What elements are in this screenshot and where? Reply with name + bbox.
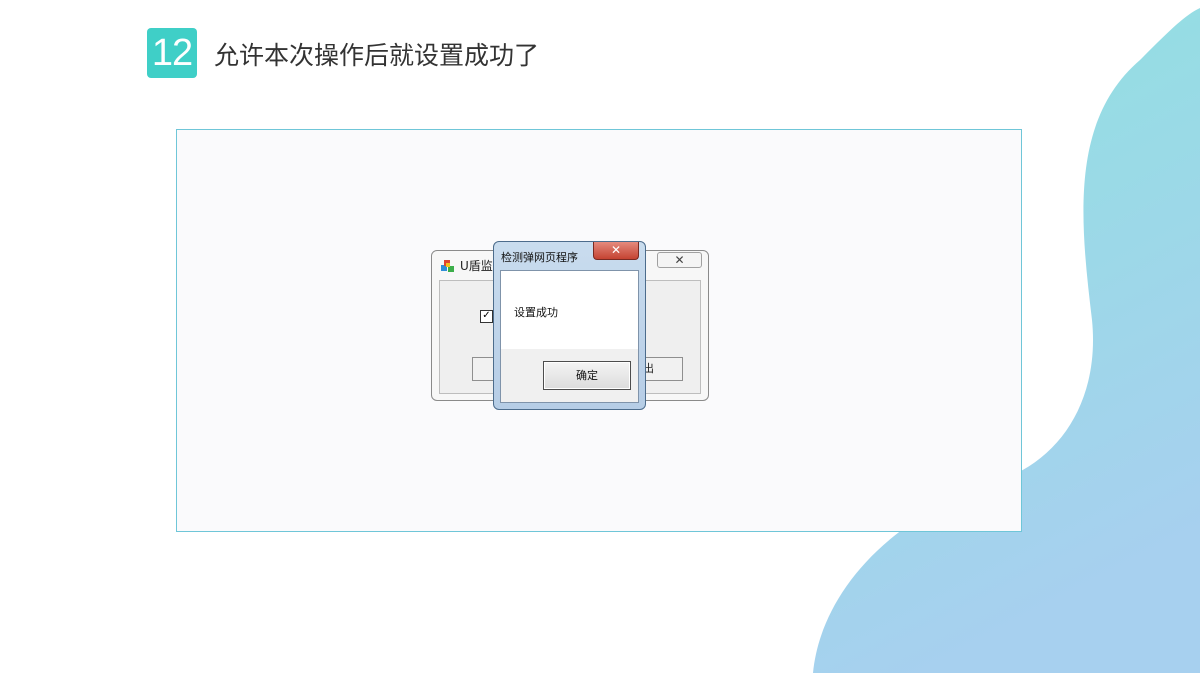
background-button-right[interactable]: 出 bbox=[645, 357, 683, 381]
dialog-message-area: 设置成功 bbox=[501, 271, 638, 349]
dialog-title: 检测弹网页程序 bbox=[501, 251, 578, 264]
dialog-message: 设置成功 bbox=[514, 306, 558, 319]
dialog-client: 设置成功 确定 bbox=[500, 270, 639, 403]
step-title: 允许本次操作后就设置成功了 bbox=[214, 41, 540, 70]
message-dialog: 检测弹网页程序 ✕ 设置成功 确定 bbox=[493, 241, 646, 410]
checkbox[interactable]: ✓ bbox=[480, 310, 493, 323]
close-icon[interactable]: ✕ bbox=[657, 252, 702, 268]
step-number-badge: 12 bbox=[147, 28, 197, 78]
app-icon bbox=[441, 260, 454, 272]
ok-button[interactable]: 确定 bbox=[543, 361, 631, 390]
background-window-title: U盾监 bbox=[460, 259, 493, 273]
close-icon[interactable]: ✕ bbox=[593, 242, 639, 260]
